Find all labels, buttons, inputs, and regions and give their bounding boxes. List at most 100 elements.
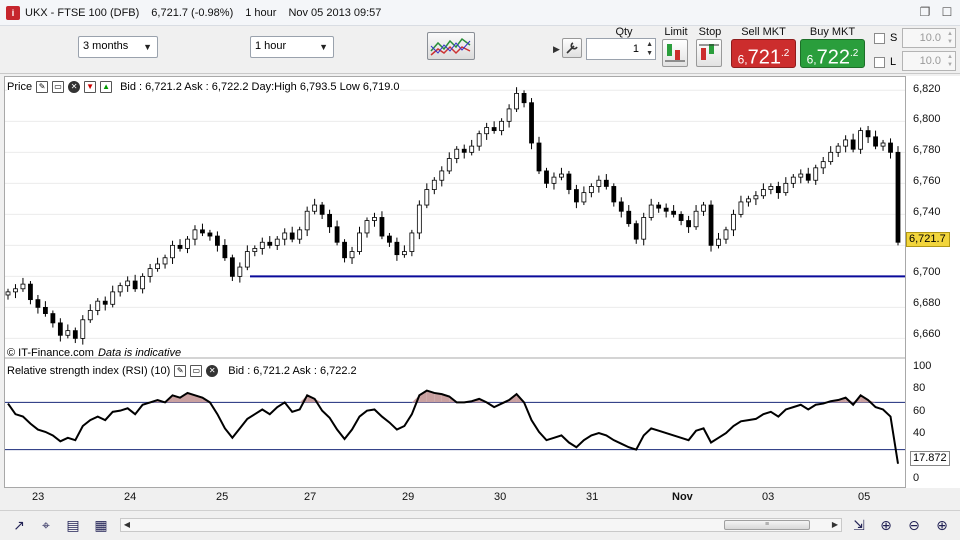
close-icon[interactable]: ☐ <box>940 5 954 19</box>
collapse-arrow-icon[interactable]: ▶ <box>553 44 560 55</box>
candle-body <box>334 226 340 243</box>
candle-body <box>566 173 572 190</box>
auto-scroll-icon[interactable]: ⇲ <box>850 516 868 534</box>
watermark: © IT-Finance.com Data is indicative <box>7 345 181 361</box>
close-icon[interactable]: ✕ <box>206 365 219 377</box>
watermark-note: Data is indicative <box>97 347 182 359</box>
export-chart-icon[interactable]: ↗ <box>10 516 28 534</box>
candle-body <box>820 161 826 169</box>
x-label: 31 <box>586 491 599 503</box>
candle-body <box>192 229 198 240</box>
candle-body <box>738 201 744 215</box>
limit-spinner-icon[interactable]: ▲ ▼ <box>947 53 953 69</box>
candle-body <box>282 232 288 240</box>
stop-button[interactable] <box>696 39 722 67</box>
rsi-panel-title: Relative strength index (RSI) (10) <box>7 365 171 377</box>
stop-label: Stop <box>698 26 722 38</box>
y-label: 6,660 <box>913 328 941 340</box>
qty-label: Qty <box>615 26 633 38</box>
qty-spinner-icon[interactable]: ▲ ▼ <box>646 40 653 58</box>
title-bar: i UKX - FTSE 100 (DFB) 6,721.7 (-0.98%) … <box>0 0 960 26</box>
chart-scrollbar[interactable]: ◀ ≡ ▶ <box>120 518 842 532</box>
limit-distance-value: 10.0 <box>919 55 941 67</box>
candle-body <box>207 232 213 237</box>
stop-spinner-icon[interactable]: ▲ ▼ <box>947 30 953 46</box>
y-label: 6,740 <box>913 206 941 218</box>
x-label: 23 <box>32 491 45 503</box>
maximize-icon[interactable]: ▭ <box>190 365 203 377</box>
candle-body <box>439 170 445 181</box>
candle-body <box>506 108 512 122</box>
candle-body <box>125 280 131 287</box>
print-icon[interactable]: ▤ <box>64 516 82 534</box>
chart-canvas[interactable] <box>5 77 905 487</box>
price-grid <box>5 89 905 339</box>
crosshair-icon[interactable]: ⌖ <box>37 516 55 534</box>
candle-body <box>461 148 467 153</box>
candle-body <box>529 102 534 144</box>
limit-button[interactable] <box>662 39 688 67</box>
zoom-fit-icon[interactable]: ⊕ <box>877 516 895 534</box>
candle-body <box>828 151 834 163</box>
bottom-toolbar: ↗ ⌖ ▤ ▦ ◀ ≡ ▶ ⇲ ⊕ ⊖ ⊕ <box>0 510 960 540</box>
indicators-icon[interactable]: ▦ <box>92 516 110 534</box>
limit-distance-input[interactable]: 10.0 ▲ ▼ <box>902 51 956 71</box>
buy-price-main: 722 <box>816 46 851 69</box>
candle-body <box>895 151 901 243</box>
y-label: 6,780 <box>913 144 941 156</box>
candle-body <box>297 229 303 240</box>
buy-price-prefix: 6, <box>806 52 817 67</box>
candle-body <box>693 210 699 228</box>
chart-style-button[interactable] <box>427 32 475 60</box>
chart-style-icon <box>430 37 471 56</box>
candle-body <box>521 93 527 104</box>
candle-body <box>117 285 123 293</box>
scroll-left-icon[interactable]: ◀ <box>121 519 133 531</box>
rsi-panel-header: Relative strength index (RSI) (10) ✎ ▭ ✕… <box>7 363 357 379</box>
chart-area[interactable]: Price ✎ ▭ ✕ ▼ ▲ Bid : 6,721.2 Ask : 6,72… <box>4 76 906 488</box>
candle-body <box>140 275 146 290</box>
candle-body <box>57 322 63 336</box>
buy-market-button[interactable]: 6,722.2 <box>800 39 865 69</box>
qty-value: 1 <box>632 43 639 55</box>
stop-checkbox[interactable] <box>874 33 885 44</box>
move-down-icon[interactable]: ▼ <box>84 81 97 93</box>
restore-icon[interactable]: ❐ <box>918 5 932 19</box>
candle-body <box>72 330 78 339</box>
qty-input[interactable]: 1 ▲ ▼ <box>586 38 656 60</box>
candle-body <box>476 133 482 147</box>
stop-distance-input[interactable]: 10.0 ▲ ▼ <box>902 28 956 48</box>
chart-interval: 1 hour <box>245 6 277 19</box>
zoom-in-icon[interactable]: ⊕ <box>933 516 951 534</box>
wrench-icon[interactable]: ✎ <box>36 81 49 93</box>
scrollbar-thumb[interactable]: ≡ <box>724 520 810 530</box>
close-icon[interactable]: ✕ <box>68 81 81 93</box>
candle-body <box>102 300 108 305</box>
chevron-down-icon: ▼ <box>319 42 328 52</box>
candle-body <box>80 319 86 339</box>
zoom-out-icon[interactable]: ⊖ <box>905 516 923 534</box>
sell-market-button[interactable]: 6,721.2 <box>731 39 796 69</box>
candle-body <box>536 142 542 172</box>
candle-body <box>416 204 422 234</box>
wrench-icon[interactable]: ✎ <box>174 365 187 377</box>
candle-body <box>678 213 684 221</box>
scroll-right-icon[interactable]: ▶ <box>829 519 841 531</box>
price-candles <box>5 87 901 345</box>
candle-body <box>28 283 33 301</box>
candle-body <box>454 148 460 159</box>
settings-wrench-button[interactable] <box>562 38 582 58</box>
move-up-icon[interactable]: ▲ <box>100 81 113 93</box>
candle-body <box>813 167 819 181</box>
candle-body <box>746 198 751 203</box>
interval-select[interactable]: 1 hour ▼ <box>250 36 334 58</box>
candle-body <box>588 186 594 194</box>
limit-checkbox[interactable] <box>874 57 885 68</box>
period-select[interactable]: 3 months ▼ <box>78 36 158 58</box>
candle-body <box>349 251 355 259</box>
candle-body <box>701 204 706 212</box>
candle-body <box>499 120 505 132</box>
maximize-icon[interactable]: ▭ <box>52 81 65 93</box>
candle-body <box>222 244 228 259</box>
candle-body <box>716 238 721 246</box>
